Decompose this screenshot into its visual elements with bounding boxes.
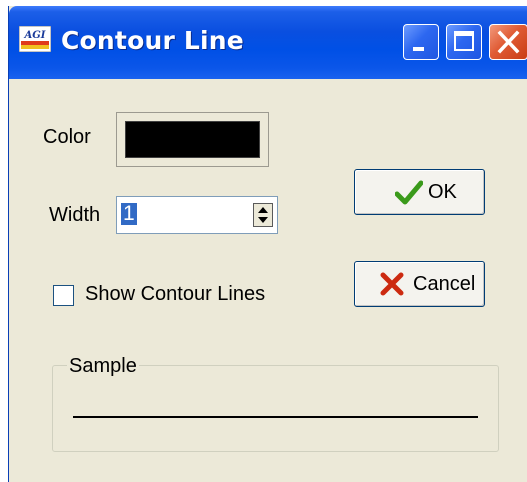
- color-picker-button[interactable]: [116, 112, 269, 167]
- width-label: Width: [49, 204, 101, 226]
- cancel-button[interactable]: Cancel: [354, 261, 485, 307]
- color-swatch: [125, 121, 260, 158]
- minimize-button[interactable]: [403, 24, 439, 60]
- sample-line-preview: [73, 416, 478, 418]
- color-label: Color: [43, 126, 91, 148]
- title-bar[interactable]: AGI Contour Line: [9, 6, 527, 79]
- spin-updown-icon: [258, 207, 268, 223]
- ok-button[interactable]: OK: [354, 169, 485, 215]
- width-spin-buttons[interactable]: [253, 203, 273, 227]
- sample-groupbox: [52, 365, 499, 452]
- width-input[interactable]: 1: [121, 203, 137, 225]
- app-icon-label: AGI: [24, 30, 46, 41]
- minimize-icon: [413, 47, 424, 51]
- agi-app-icon: AGI: [18, 25, 52, 53]
- contour-line-dialog: AGI Contour Line Color Width 1 Show Cont…: [8, 6, 527, 482]
- checkmark-icon: [395, 180, 423, 205]
- sample-legend: Sample: [67, 355, 139, 378]
- maximize-button[interactable]: [446, 24, 482, 60]
- close-icon: [497, 30, 520, 54]
- width-spinner[interactable]: 1: [116, 196, 278, 234]
- x-cancel-icon: [380, 272, 404, 296]
- close-button[interactable]: [489, 24, 527, 60]
- cancel-button-label: Cancel: [413, 273, 476, 295]
- window-title: Contour Line: [61, 26, 244, 55]
- maximize-icon: [454, 31, 474, 51]
- ok-button-label: OK: [428, 181, 457, 203]
- show-contour-lines-checkbox[interactable]: [53, 285, 74, 306]
- show-contour-lines-label[interactable]: Show Contour Lines: [85, 283, 265, 306]
